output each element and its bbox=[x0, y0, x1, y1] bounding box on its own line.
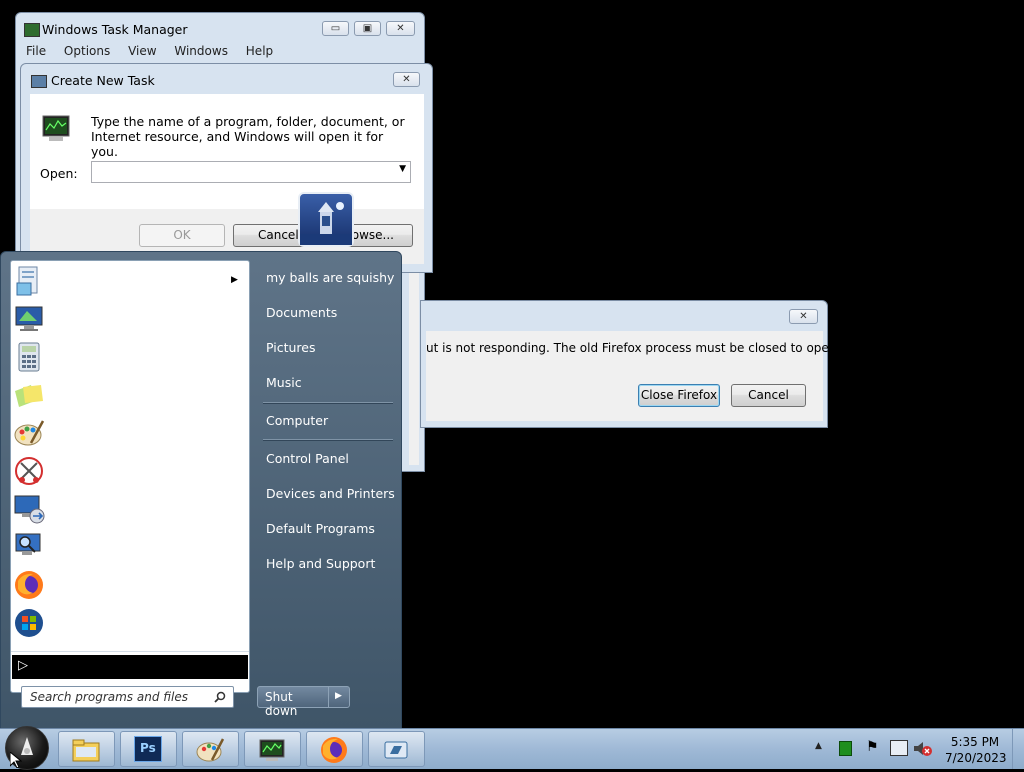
taskbar: Ps ▲ ⚑ 5:35 PM 7/20/2023 bbox=[0, 726, 1024, 770]
taskbar-photoshop[interactable]: Ps bbox=[120, 731, 177, 767]
start-item-control-panel[interactable]: Control Panel bbox=[266, 451, 349, 466]
photoshop-icon: Ps bbox=[134, 736, 162, 762]
firefox-cancel-button[interactable]: Cancel bbox=[731, 384, 806, 407]
create-task-close-button[interactable]: ✕ bbox=[393, 72, 420, 87]
pinned-item-snipping-tool[interactable] bbox=[13, 455, 49, 491]
maximize-button[interactable]: ▣ bbox=[354, 21, 381, 36]
start-item-default-programs[interactable]: Default Programs bbox=[266, 521, 375, 536]
run-icon bbox=[31, 75, 47, 88]
clock-time: 5:35 PM bbox=[950, 735, 1000, 749]
clock[interactable]: 5:35 PM 7/20/2023 bbox=[945, 734, 1007, 766]
pinned-item-windows-update[interactable] bbox=[13, 607, 49, 643]
mouse-cursor bbox=[10, 752, 22, 768]
start-item-documents[interactable]: Documents bbox=[266, 305, 337, 320]
ok-button[interactable]: OK bbox=[139, 224, 225, 247]
floating-app-icon[interactable] bbox=[298, 192, 354, 247]
task-manager-icon bbox=[24, 23, 40, 37]
action-center-flag-icon[interactable]: ⚑ bbox=[866, 739, 879, 755]
menu-options[interactable]: Options bbox=[64, 44, 110, 58]
show-desktop-button[interactable] bbox=[1012, 729, 1024, 769]
minimize-button[interactable]: ▭ bbox=[322, 21, 349, 36]
paint-icon bbox=[14, 420, 45, 446]
task-manager-title: Windows Task Manager bbox=[42, 22, 188, 37]
pinned-item-firefox[interactable] bbox=[13, 569, 49, 605]
paint-icon bbox=[196, 738, 225, 762]
pinned-item-sticky-notes[interactable] bbox=[13, 379, 49, 415]
sticky-notes-icon bbox=[15, 385, 43, 407]
start-item-devices-printers[interactable]: Devices and Printers bbox=[266, 486, 395, 501]
tray-app-icon[interactable] bbox=[839, 741, 852, 756]
menu-windows[interactable]: Windows bbox=[174, 44, 228, 58]
right-separator-1 bbox=[263, 402, 393, 404]
menu-file[interactable]: File bbox=[26, 44, 46, 58]
firefox-icon bbox=[15, 571, 43, 599]
firefox-dialog-close-button[interactable]: ✕ bbox=[789, 309, 818, 324]
chevron-down-icon[interactable]: ▼ bbox=[399, 164, 406, 174]
create-task-title: Create New Task bbox=[51, 73, 155, 88]
pinned-item-monitor[interactable] bbox=[13, 303, 49, 339]
start-search-box[interactable]: Search programs and files bbox=[21, 686, 234, 708]
open-label: Open: bbox=[40, 166, 78, 181]
task-manager-icon bbox=[259, 739, 285, 761]
taskbar-firefox[interactable] bbox=[306, 731, 363, 767]
pinned-item-calculator[interactable] bbox=[13, 341, 49, 377]
start-menu: ▶ ▷ Search programs and files my balls a… bbox=[0, 251, 402, 729]
lighthouse-icon bbox=[300, 202, 352, 245]
pinned-item-remote-desktop[interactable] bbox=[13, 493, 49, 529]
shutdown-button[interactable]: Shut down bbox=[257, 686, 329, 718]
start-item-computer[interactable]: Computer bbox=[266, 413, 328, 428]
monitor-icon bbox=[15, 306, 43, 331]
firefox-dialog: ✕ ut is not responding. The old Firefox … bbox=[420, 300, 848, 428]
search-input[interactable]: Search programs and files bbox=[30, 690, 188, 704]
document-icon bbox=[16, 266, 38, 296]
create-task-description: Type the name of a program, folder, docu… bbox=[91, 114, 405, 159]
magnifier-icon bbox=[15, 533, 41, 555]
start-item-user-folder[interactable]: my balls are squishy bbox=[266, 270, 394, 285]
show-hidden-icons-button[interactable]: ▲ bbox=[815, 741, 822, 751]
create-new-task-dialog: Create New Task ✕ Type the name of a pro… bbox=[20, 63, 433, 273]
task-manager-body bbox=[409, 273, 419, 465]
play-arrow-icon: ▷ bbox=[18, 658, 28, 673]
start-item-pictures[interactable]: Pictures bbox=[266, 340, 316, 355]
clock-date: 7/20/2023 bbox=[945, 751, 1007, 765]
windows-update-icon bbox=[15, 609, 43, 637]
photoshop-label: Ps bbox=[140, 741, 156, 755]
volume-muted-icon[interactable] bbox=[913, 740, 933, 757]
right-separator-2 bbox=[263, 439, 393, 441]
taskbar-task-manager[interactable] bbox=[244, 731, 301, 767]
open-combobox[interactable]: ▼ bbox=[91, 161, 411, 183]
menu-bar: File Options View Windows Help bbox=[26, 44, 287, 58]
remote-desktop-icon bbox=[14, 495, 45, 524]
all-programs-bar[interactable]: ▷ bbox=[12, 655, 248, 679]
search-icon[interactable] bbox=[214, 691, 227, 704]
pinned-programs-panel: ▶ ▷ bbox=[10, 260, 250, 693]
menu-help[interactable]: Help bbox=[246, 44, 273, 58]
close-button[interactable]: ✕ bbox=[386, 21, 415, 36]
calculator-icon bbox=[18, 342, 40, 372]
chevron-right-icon[interactable]: ▶ bbox=[231, 275, 238, 285]
snipping-tool-icon bbox=[15, 457, 43, 485]
network-icon[interactable] bbox=[890, 740, 908, 756]
pinned-item-document[interactable] bbox=[13, 265, 49, 301]
pinned-separator bbox=[11, 651, 249, 652]
taskbar-run[interactable] bbox=[368, 731, 425, 767]
taskbar-paint[interactable] bbox=[182, 731, 239, 767]
file-explorer-icon bbox=[72, 739, 100, 762]
taskbar-explorer[interactable] bbox=[58, 731, 115, 767]
shutdown-options-button[interactable]: ▶ bbox=[328, 686, 350, 708]
arrow-right-icon: ▶ bbox=[335, 691, 342, 701]
close-firefox-button[interactable]: Close Firefox bbox=[638, 384, 720, 407]
firefox-dialog-message: ut is not responding. The old Firefox pr… bbox=[426, 341, 848, 355]
run-icon bbox=[384, 741, 408, 759]
pinned-item-paint[interactable] bbox=[13, 417, 49, 453]
start-item-music[interactable]: Music bbox=[266, 375, 302, 390]
menu-view[interactable]: View bbox=[128, 44, 156, 58]
firefox-icon bbox=[321, 737, 347, 763]
start-item-help-support[interactable]: Help and Support bbox=[266, 556, 375, 571]
shutdown-label: Shut down bbox=[265, 690, 298, 718]
task-manager-run-icon bbox=[42, 115, 70, 141]
pinned-item-magnifier[interactable] bbox=[13, 531, 49, 567]
